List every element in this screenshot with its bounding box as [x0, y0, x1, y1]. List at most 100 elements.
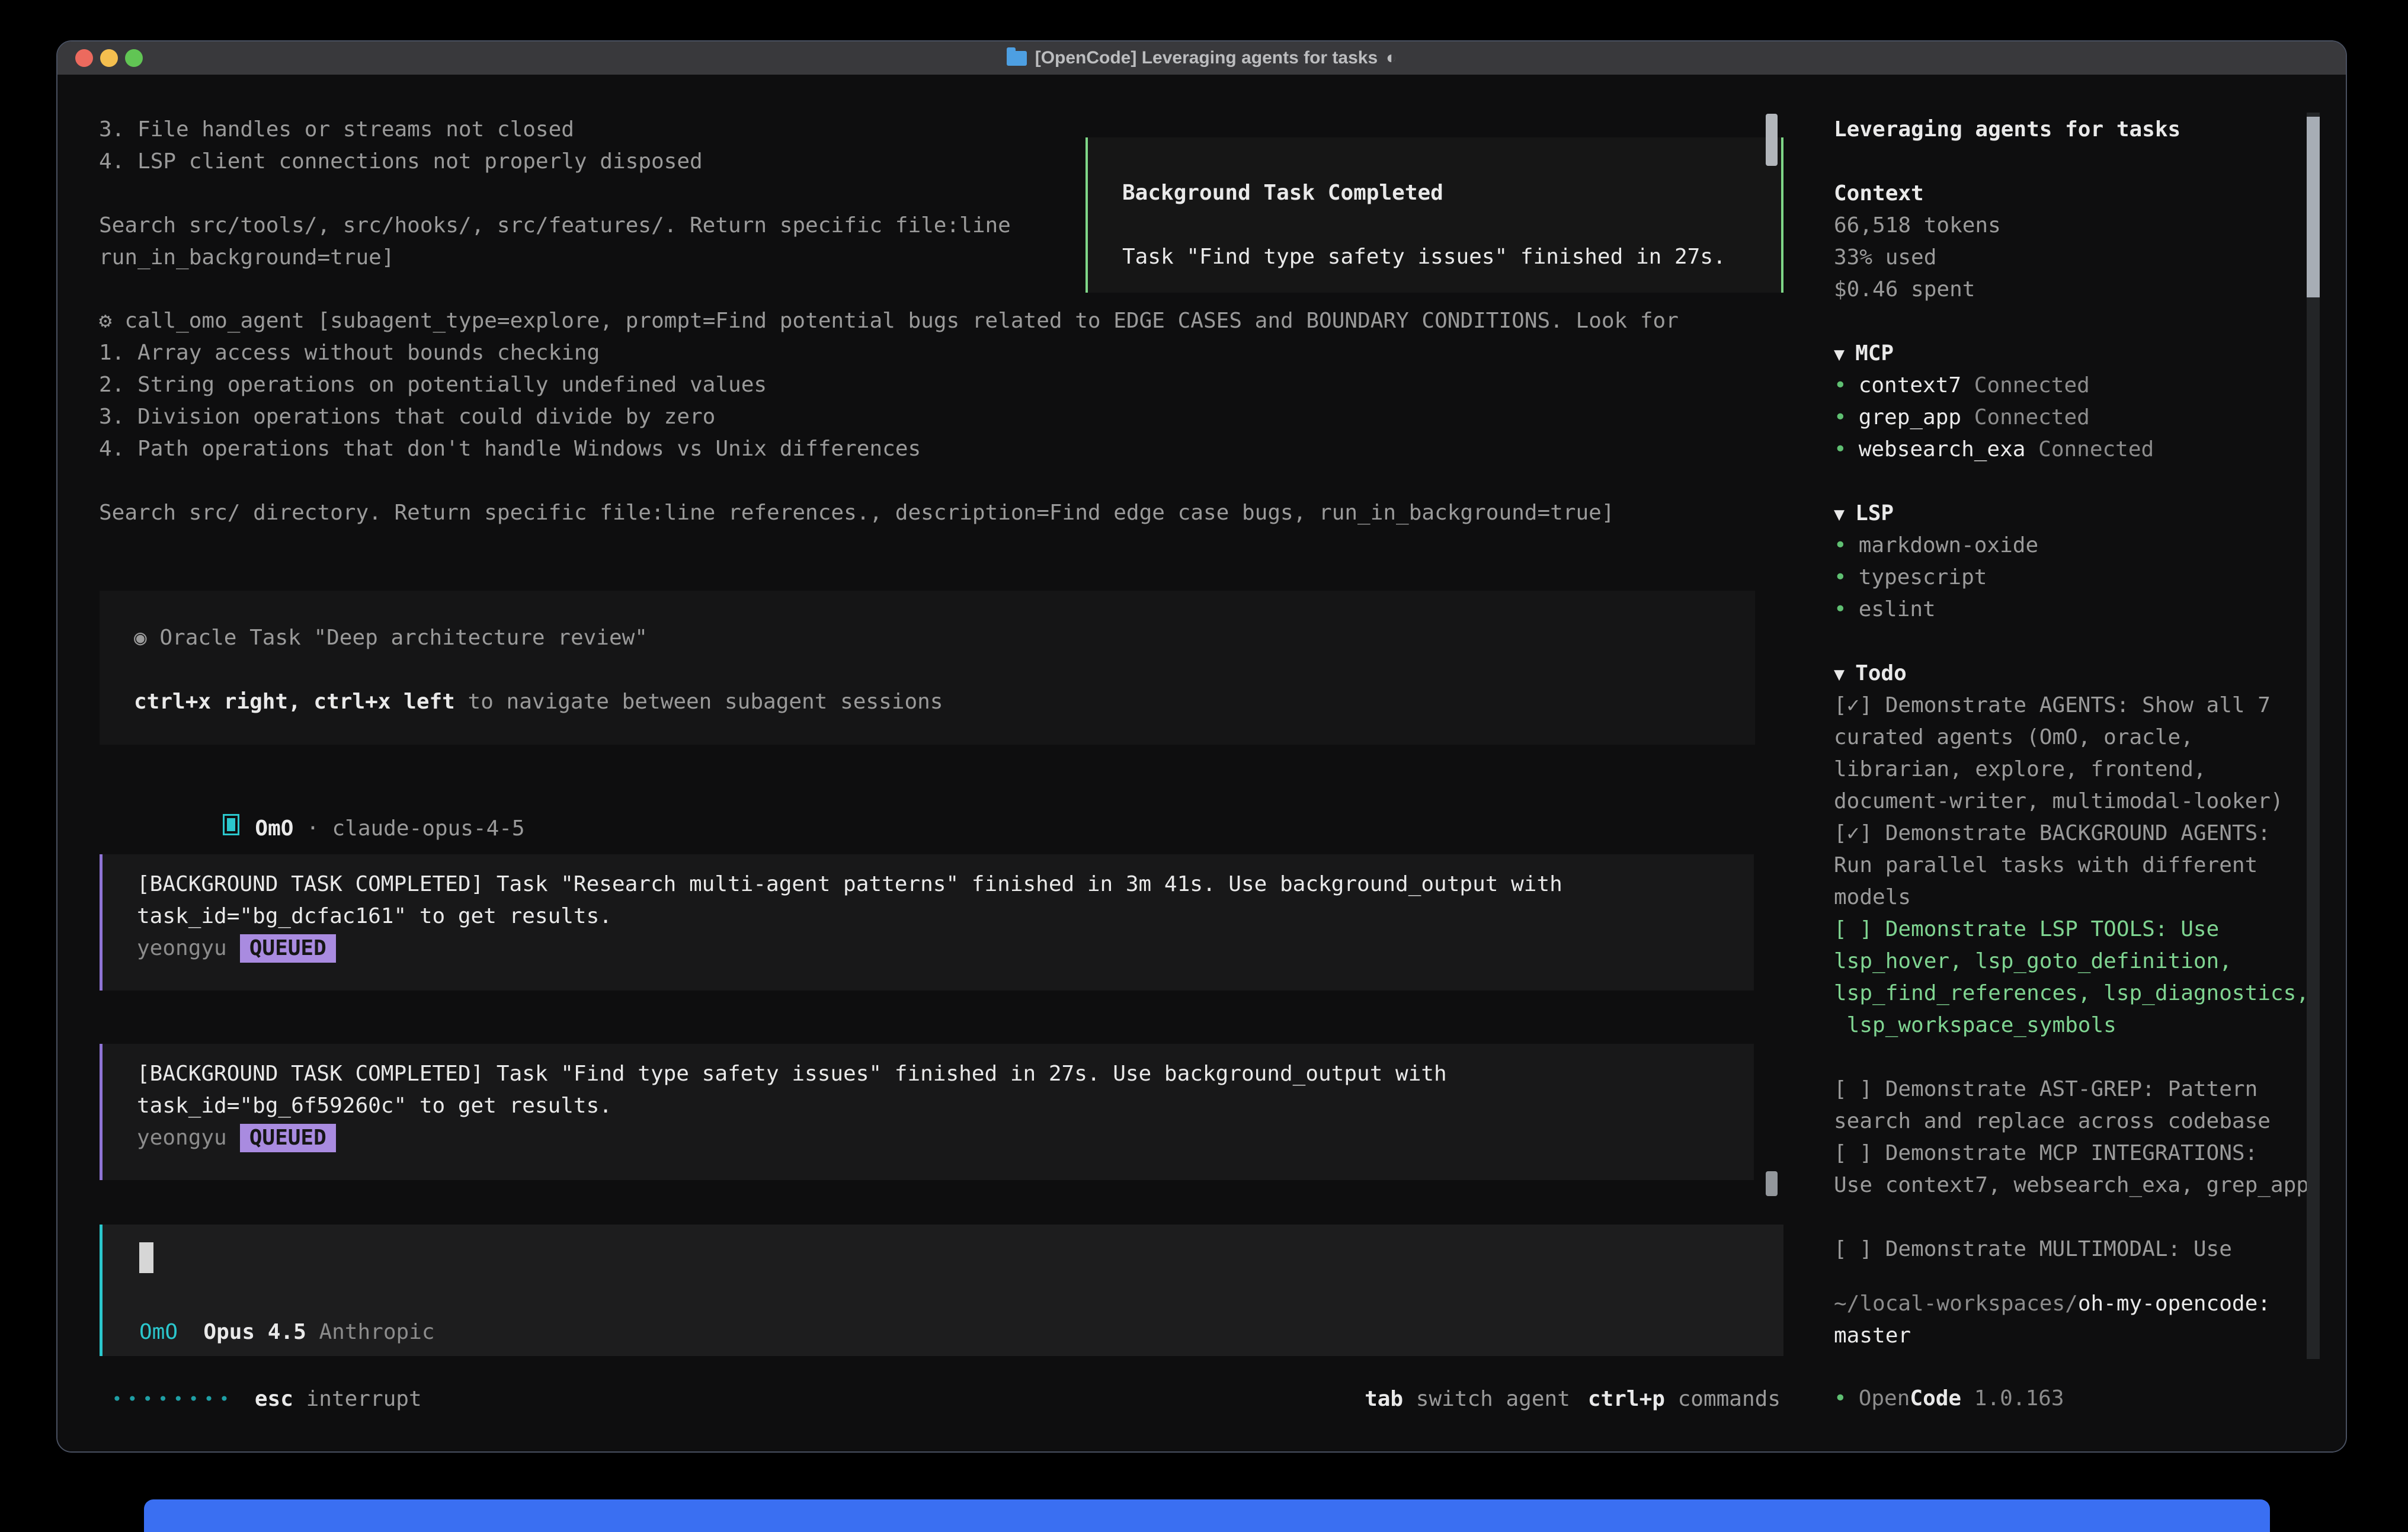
- opencode-window: [OpenCode] Leveraging agents for tasks ◐…: [56, 40, 2347, 1453]
- tool-call-line: ⚙ call_omo_agent [subagent_type=explore,…: [99, 305, 1679, 337]
- terminal-output-top: 3. File handles or streams not closed 4.…: [99, 114, 1011, 274]
- shortcut-keys: ctrl+x right, ctrl+x left: [134, 690, 455, 714]
- folder-icon: [1007, 51, 1027, 66]
- model-selector-row[interactable]: OmO Opus 4.5 Anthropic: [139, 1316, 435, 1348]
- context-heading: Context: [1834, 178, 1924, 210]
- status-dot-icon: •: [1834, 373, 1847, 398]
- sidebar-scrollbar-track[interactable]: [2307, 113, 2320, 1359]
- oracle-icon: ◉: [134, 626, 147, 650]
- input-model-name: Opus 4.5: [203, 1320, 306, 1344]
- status-dot-icon: •: [1834, 437, 1847, 461]
- message-line: [BACKGROUND TASK COMPLETED] Task "Resear…: [137, 868, 1754, 900]
- message-line: task_id="bg_6f59260c" to get results.: [137, 1090, 1754, 1122]
- text-cursor: [139, 1242, 153, 1273]
- main-scrollbar-thumb[interactable]: [1766, 114, 1778, 166]
- background-task-message[interactable]: [BACKGROUND TASK COMPLETED] Task "Resear…: [100, 854, 1754, 991]
- prompt-input[interactable]: OmO Opus 4.5 Anthropic: [100, 1225, 1783, 1356]
- todo-item-pending: [ ] Demonstrate MCP INTEGRATIONS:: [1834, 1137, 2309, 1169]
- mcp-section-heading[interactable]: ▼MCP: [1834, 338, 1894, 370]
- todo-item-done: document-writer, multimodal-looker): [1834, 786, 2309, 818]
- message-line: [BACKGROUND TASK COMPLETED] Task "Find t…: [137, 1058, 1754, 1090]
- input-provider-name: Anthropic: [319, 1320, 434, 1344]
- toast-title: Background Task Completed: [1122, 177, 1781, 209]
- todo-item-pending: Use context7, websearch_exa, grep_app: [1834, 1169, 2309, 1201]
- agent-name: OmO: [255, 816, 293, 841]
- lsp-item: •eslint: [1834, 594, 2038, 626]
- todo-item-active: [ ] Demonstrate LSP TOOLS: Use: [1834, 914, 2309, 946]
- oracle-task-title: ◉ Oracle Task "Deep architecture review": [134, 622, 1755, 654]
- terminal-line: 2. String operations on potentially unde…: [99, 369, 1679, 401]
- lsp-item: •markdown-oxide: [1834, 530, 2038, 562]
- todo-item-done: Run parallel tasks with different: [1834, 850, 2309, 882]
- context-tokens: 66,518 tokens: [1834, 210, 2001, 242]
- context-stats: 66,518 tokens 33% used $0.46 spent: [1834, 210, 2001, 306]
- status-dot-icon: •: [1834, 597, 1847, 621]
- status-badge: QUEUED: [240, 1124, 336, 1152]
- status-dot-icon: •: [1834, 405, 1847, 430]
- window-title-text: [OpenCode] Leveraging agents for tasks: [1035, 48, 1378, 68]
- status-dot-icon: •: [1834, 533, 1847, 557]
- chevron-down-icon: ▼: [1834, 504, 1845, 525]
- window-title: [OpenCode] Leveraging agents for tasks ◐: [57, 41, 2346, 75]
- tool-call-block: ⚙ call_omo_agent [subagent_type=explore,…: [99, 305, 1679, 465]
- background-task-message[interactable]: [BACKGROUND TASK COMPLETED] Task "Find t…: [100, 1044, 1754, 1180]
- sidebar-scrollbar-thumb[interactable]: [2307, 117, 2320, 297]
- chevron-down-icon: ▼: [1834, 664, 1845, 685]
- status-badge: QUEUED: [240, 934, 336, 963]
- terminal-line: run_in_background=true]: [99, 242, 1011, 274]
- message-meta: yeongyu QUEUED: [137, 932, 1754, 964]
- oracle-shortcut-hint: ctrl+x right, ctrl+x left to navigate be…: [134, 686, 1755, 718]
- status-dot-icon: •: [1834, 1386, 1847, 1411]
- todo-list: [✓] Demonstrate AGENTS: Show all 7 curat…: [1834, 690, 2309, 1265]
- lsp-list: •markdown-oxide •typescript •eslint: [1834, 530, 2038, 626]
- terminal-line: 4. LSP client connections not properly d…: [99, 146, 1011, 178]
- context-spent: $0.46 spent: [1834, 274, 2001, 306]
- todo-item-pending: [ ] Demonstrate AST-GREP: Pattern: [1834, 1073, 2309, 1105]
- lsp-item: •typescript: [1834, 562, 2038, 594]
- titlebar[interactable]: [OpenCode] Leveraging agents for tasks ◐: [57, 41, 2346, 75]
- todo-item-pending: search and replace across codebase: [1834, 1105, 2309, 1137]
- todo-item-done: curated agents (OmO, oracle,: [1834, 722, 2309, 754]
- context-used: 33% used: [1834, 242, 2001, 274]
- desktop: [OpenCode] Leveraging agents for tasks ◐…: [0, 0, 2408, 1532]
- background-window-edge[interactable]: [144, 1499, 2270, 1532]
- todo-item-done: models: [1834, 882, 2309, 914]
- todo-item-active: lsp_workspace_symbols: [1834, 1009, 2309, 1041]
- agent-model: claude-opus-4-5: [332, 816, 524, 841]
- tool-call-tail: Search src/ directory. Return specific f…: [99, 497, 1615, 529]
- input-agent-name: OmO: [139, 1320, 178, 1344]
- workspace-branch: master: [1834, 1320, 2271, 1352]
- tool-call-text: call_omo_agent [subagent_type=explore, p…: [124, 309, 1679, 333]
- todo-section-heading[interactable]: ▼Todo: [1834, 658, 1907, 690]
- terminal-line: 1. Array access without bounds checking: [99, 337, 1679, 369]
- shortcut-hint: to navigate between subagent sessions: [455, 690, 943, 714]
- lsp-section-heading[interactable]: ▼LSP: [1834, 498, 1894, 530]
- oracle-task-box[interactable]: ◉ Oracle Task "Deep architecture review"…: [100, 591, 1755, 745]
- terminal-line: [99, 178, 1011, 210]
- mcp-item: •grep_app Connected: [1834, 402, 2154, 434]
- main-scrollbar-thumb[interactable]: [1766, 1171, 1778, 1196]
- gear-icon: ⚙: [99, 309, 112, 333]
- agent-header: OmO · claude-opus-4-5: [120, 781, 525, 813]
- app-version: •OpenCode 1.0.163: [1834, 1383, 2064, 1415]
- statusbar-right: tab switch agent ctrl+p commands: [1365, 1383, 1781, 1415]
- mcp-list: •context7 Connected •grep_app Connected …: [1834, 370, 2154, 466]
- session-sidebar: Leveraging agents for tasks Context 66,5…: [1834, 75, 2347, 1437]
- commands-hint: ctrl+p commands: [1588, 1383, 1781, 1415]
- message-author: yeongyu: [137, 936, 227, 960]
- terminal-content: 3. File handles or streams not closed 4.…: [57, 75, 2346, 1451]
- esc-hint: esc interrupt: [255, 1383, 422, 1415]
- todo-item-pending: [ ] Demonstrate MULTIMODAL: Use: [1834, 1233, 2309, 1265]
- terminal-line: 3. File handles or streams not closed: [99, 114, 1011, 146]
- todo-item-done: [✓] Demonstrate BACKGROUND AGENTS:: [1834, 818, 2309, 850]
- tab-hint: tab switch agent: [1365, 1383, 1570, 1415]
- terminal-line: Search src/tools/, src/hooks/, src/featu…: [99, 210, 1011, 242]
- session-indicator-icon: ◐: [1386, 48, 1397, 68]
- status-dot-icon: •: [1834, 565, 1847, 589]
- todo-item-done: librarian, explore, frontend,: [1834, 754, 2309, 786]
- mcp-item: •websearch_exa Connected: [1834, 434, 2154, 466]
- background-task-toast[interactable]: Background Task Completed Task "Find typ…: [1085, 137, 1783, 293]
- workspace-path: ~/local-workspaces/oh-my-opencode: maste…: [1834, 1288, 2271, 1352]
- message-meta: yeongyuQUEUED: [137, 1122, 1754, 1154]
- working-spinner-icon: ••••••••: [112, 1383, 235, 1415]
